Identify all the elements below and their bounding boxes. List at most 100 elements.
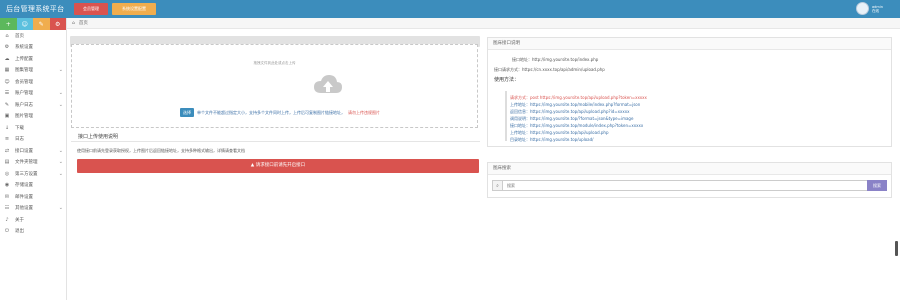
chevron-down-icon: ⌄ <box>58 159 63 166</box>
sidebar-item[interactable]: ☺ 会员管理 <box>0 76 66 88</box>
sidebar-item-label: 下载 <box>15 125 24 131</box>
upload-warning-text: 请勿上传违规图片 <box>348 109 380 115</box>
search-icon: ⌕ <box>493 181 503 190</box>
sidebar-item-label: 日志 <box>15 137 24 143</box>
chevron-down-icon: ⌄ <box>58 101 63 108</box>
sidebar-item-label: 首页 <box>15 33 24 39</box>
sidebar-item-label: 账户日志 <box>15 102 33 108</box>
upload-help-line: 选择 单个文件不能超过指定大小，支持多个文件同时上传，上传后可复制图片链接地址，… <box>180 108 380 117</box>
top-navbar: 后台管理系统平台 会员管理 系统设置配置 admin 在线 <box>0 0 900 18</box>
pencil-icon[interactable]: ✎ <box>33 18 50 30</box>
search-group: ⌕ 搜索 <box>492 180 887 191</box>
api-usage-paragraph: 使用接口前请先登录获取授权，上传图片后返回链接地址，支持多种格式输出，详情请查看… <box>77 148 245 153</box>
member-manage-button[interactable]: 会员管理 <box>74 3 108 15</box>
usage-line-7[interactable]: 目录地址：https://img.yoursite.top/upload/ <box>510 137 594 143</box>
gear-icon[interactable]: ⚙ <box>49 18 66 30</box>
sidebar-item[interactable]: ◎ 第三方设置 ⌄ <box>0 168 66 180</box>
usage-line-4[interactable]: 调用说明：https://img.yoursite.top/?format=js… <box>510 116 633 122</box>
cloud-upload-icon <box>314 75 342 93</box>
menu-item-icon: ✎ <box>4 101 10 108</box>
upload-help-text: 单个文件不能超过指定大小，支持多个文件同时上传，上传后可复制图片链接地址， <box>197 109 345 115</box>
sidebar-item[interactable]: ✉ 邮件设置 <box>0 191 66 203</box>
sidebar-toolbar: + ☺ ✎ ⚙ <box>0 18 66 30</box>
sidebar-item-label: 其他设置 <box>15 206 33 212</box>
menu-item-icon: ☁ <box>4 55 10 62</box>
chevron-down-icon: ⌄ <box>58 170 63 177</box>
sidebar-item[interactable]: ⚙ 系统设置 <box>0 42 66 54</box>
menu-item-icon: ▣ <box>4 113 10 120</box>
sidebar-item-label: 会员管理 <box>15 79 33 85</box>
sidebar-item[interactable]: ⇄ 接口设置 ⌄ <box>0 145 66 157</box>
sidebar-item[interactable]: ♪ 关于 <box>0 214 66 226</box>
usage-line-5[interactable]: 接口地址：https://img.yoursite.top/module/ind… <box>510 123 643 129</box>
api-warning-bar[interactable]: ▲ 请求接口前请先开启接口 <box>77 159 479 173</box>
sidebar-item[interactable]: ▦ 图集管理 ⌄ <box>0 65 66 77</box>
home-icon[interactable]: ⌂ <box>72 21 75 26</box>
avatar[interactable] <box>856 2 869 15</box>
sidebar-item[interactable]: ☷ 其他设置 ⌄ <box>0 203 66 215</box>
user-icon[interactable]: ☺ <box>16 18 33 30</box>
sidebar-item-label: 关于 <box>15 217 24 223</box>
search-button[interactable]: 搜索 <box>867 180 887 191</box>
menu-item-icon: ↓ <box>4 124 10 131</box>
api-usage-title: 接口上传使用说明 <box>78 134 119 140</box>
chevron-down-icon: ⌄ <box>58 147 63 154</box>
menu-item-icon: ≡ <box>4 136 10 143</box>
plus-icon[interactable]: + <box>0 18 17 30</box>
sidebar-item-label: 文件夹管理 <box>15 160 38 166</box>
sidebar: + ☺ ✎ ⚙ ⌂ 首页 ⚙ 系统设置 ☁ 上传配置 ▦ 图集管理 ⌄ ☺ 会员管理 ☰ 账户管理 ⌄ ✎ 账… <box>0 18 67 300</box>
chevron-down-icon: ⌄ <box>58 205 63 212</box>
api-info-title: 图床接口说明 <box>488 38 891 50</box>
sidebar-item-label: 图片管理 <box>15 114 33 120</box>
sidebar-item-label: 邮件设置 <box>15 194 33 200</box>
breadcrumb: ⌂ 首页 <box>67 18 900 29</box>
sidebar-item-label: 接口设置 <box>15 148 33 154</box>
menu-item-icon: ⏻ <box>5 228 9 235</box>
chevron-down-icon: ⌄ <box>58 67 63 74</box>
menu-item-icon: ✉ <box>4 193 10 200</box>
search-panel-title: 图床搜索 <box>488 163 891 175</box>
upload-hint: 拖拽文件到此处或点击上传 <box>253 61 296 65</box>
usage-line-2[interactable]: 上传地址：https://img.yoursite.top/mobile/ind… <box>510 102 640 108</box>
user-status: 在线 <box>872 8 879 13</box>
chevron-down-icon: ⌄ <box>58 90 63 97</box>
sidebar-item[interactable]: ▣ 图片管理 <box>0 111 66 123</box>
api-method-line: 接口请求方式：https://cn.xxxx.top/api/admin/upl… <box>494 67 605 72</box>
user-menu[interactable]: admin 在线 <box>856 2 894 15</box>
menu-item-icon: ☺ <box>4 78 10 85</box>
sidebar-item-label: 系统设置 <box>15 45 33 51</box>
sidebar-item-label: 上传配置 <box>15 56 33 62</box>
sidebar-item-label: 退出 <box>15 229 24 235</box>
sidebar-item-label: 存储设置 <box>15 183 33 189</box>
usage-line-1[interactable]: 请求方式：post https://img.yoursite.top/api/u… <box>510 95 647 101</box>
sidebar-item-label: 账户管理 <box>15 91 33 97</box>
breadcrumb-home[interactable]: 首页 <box>79 20 88 26</box>
sidebar-item[interactable]: ✎ 账户日志 ⌄ <box>0 99 66 111</box>
sidebar-item[interactable]: ≡ 日志 <box>0 134 66 146</box>
brand-title[interactable]: 后台管理系统平台 <box>6 4 64 14</box>
select-file-button[interactable]: 选择 <box>180 108 194 117</box>
scrollbar-thumb[interactable] <box>895 241 898 256</box>
sidebar-item-label: 第三方设置 <box>15 171 38 177</box>
menu-item-icon: ☷ <box>4 205 10 212</box>
sidebar-item[interactable]: ▤ 文件夹管理 ⌄ <box>0 157 66 169</box>
sidebar-menu: ⌂ 首页 ⚙ 系统设置 ☁ 上传配置 ▦ 图集管理 ⌄ ☺ 会员管理 ☰ 账户管理 ⌄ ✎ 账户日志 ⌄ ▣ 图片管… <box>0 30 66 237</box>
sidebar-item[interactable]: ⌂ 首页 <box>0 30 66 42</box>
sidebar-item[interactable]: ↓ 下载 <box>0 122 66 134</box>
menu-item-icon: ⌂ <box>5 32 9 39</box>
usage-line-3[interactable]: 返回信息：https://img.yoursite.top/api/upload… <box>510 109 629 115</box>
sidebar-item[interactable]: ◉ 存储设置 <box>0 180 66 192</box>
search-input[interactable] <box>503 181 886 190</box>
sidebar-item[interactable]: ⏻ 退出 <box>0 226 66 238</box>
sidebar-item[interactable]: ☁ 上传配置 <box>0 53 66 65</box>
usage-line-6[interactable]: 上传地址：https://img.yoursite.top/api/upload… <box>510 130 609 136</box>
menu-item-icon: ◉ <box>4 182 10 189</box>
menu-item-icon: ▤ <box>4 159 10 166</box>
sidebar-item-label: 图集管理 <box>15 68 33 74</box>
menu-item-icon: ☰ <box>4 90 10 97</box>
sidebar-item[interactable]: ☰ 账户管理 ⌄ <box>0 88 66 100</box>
divider <box>71 141 480 142</box>
menu-item-icon: ♪ <box>5 216 9 223</box>
system-config-button[interactable]: 系统设置配置 <box>112 3 156 15</box>
quote-bar <box>505 91 507 141</box>
